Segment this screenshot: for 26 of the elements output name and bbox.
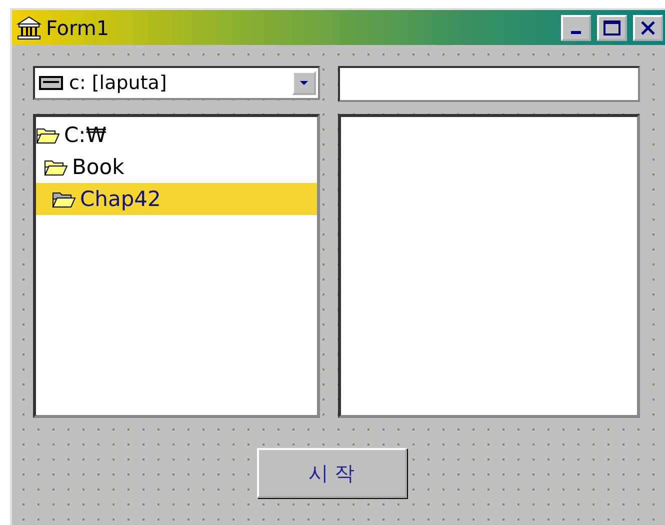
drive-icon [39,76,63,90]
close-button[interactable] [633,14,663,40]
folder-label: Chap42 [80,187,161,211]
caret-icon [299,80,309,86]
window-title: Form1 [46,16,110,40]
dropdown-button[interactable] [292,71,316,95]
tree-item[interactable]: C:₩ [36,119,317,151]
drive-combo[interactable]: c: [laputa] [33,66,320,100]
close-icon [640,20,656,36]
file-list[interactable] [338,114,640,418]
text-field[interactable] [338,66,640,102]
folder-icon [44,158,68,176]
folder-icon [36,126,60,144]
building-icon [16,14,42,40]
minimize-button[interactable] [561,14,591,40]
start-button[interactable]: 시 작 [256,448,406,498]
maximize-icon [603,20,621,36]
drive-value: c: [laputa] [69,72,168,94]
tree-item[interactable]: Book [36,151,317,183]
folder-label: Book [72,155,124,179]
maximize-button[interactable] [597,14,627,40]
open-folder-icon [52,190,76,208]
tree-item[interactable]: Chap42 [36,183,317,215]
directory-list[interactable]: C:₩ Book Chap42 [33,114,320,418]
minimize-icon [571,31,581,34]
folder-label: C:₩ [64,123,107,147]
